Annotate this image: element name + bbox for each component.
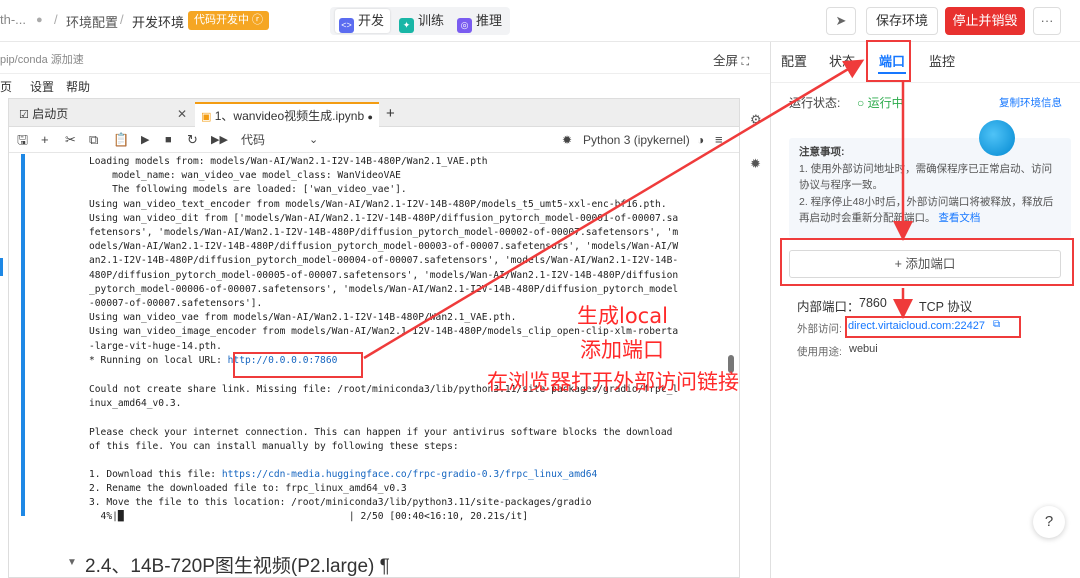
annotation-open-browser: 在浏览器打开外部访问链接 — [487, 370, 739, 394]
annotation-add-port: 添加端口 — [580, 338, 664, 362]
annotation-gen-local: 生成local — [577, 304, 668, 328]
annotation-arrows — [363, 59, 913, 360]
